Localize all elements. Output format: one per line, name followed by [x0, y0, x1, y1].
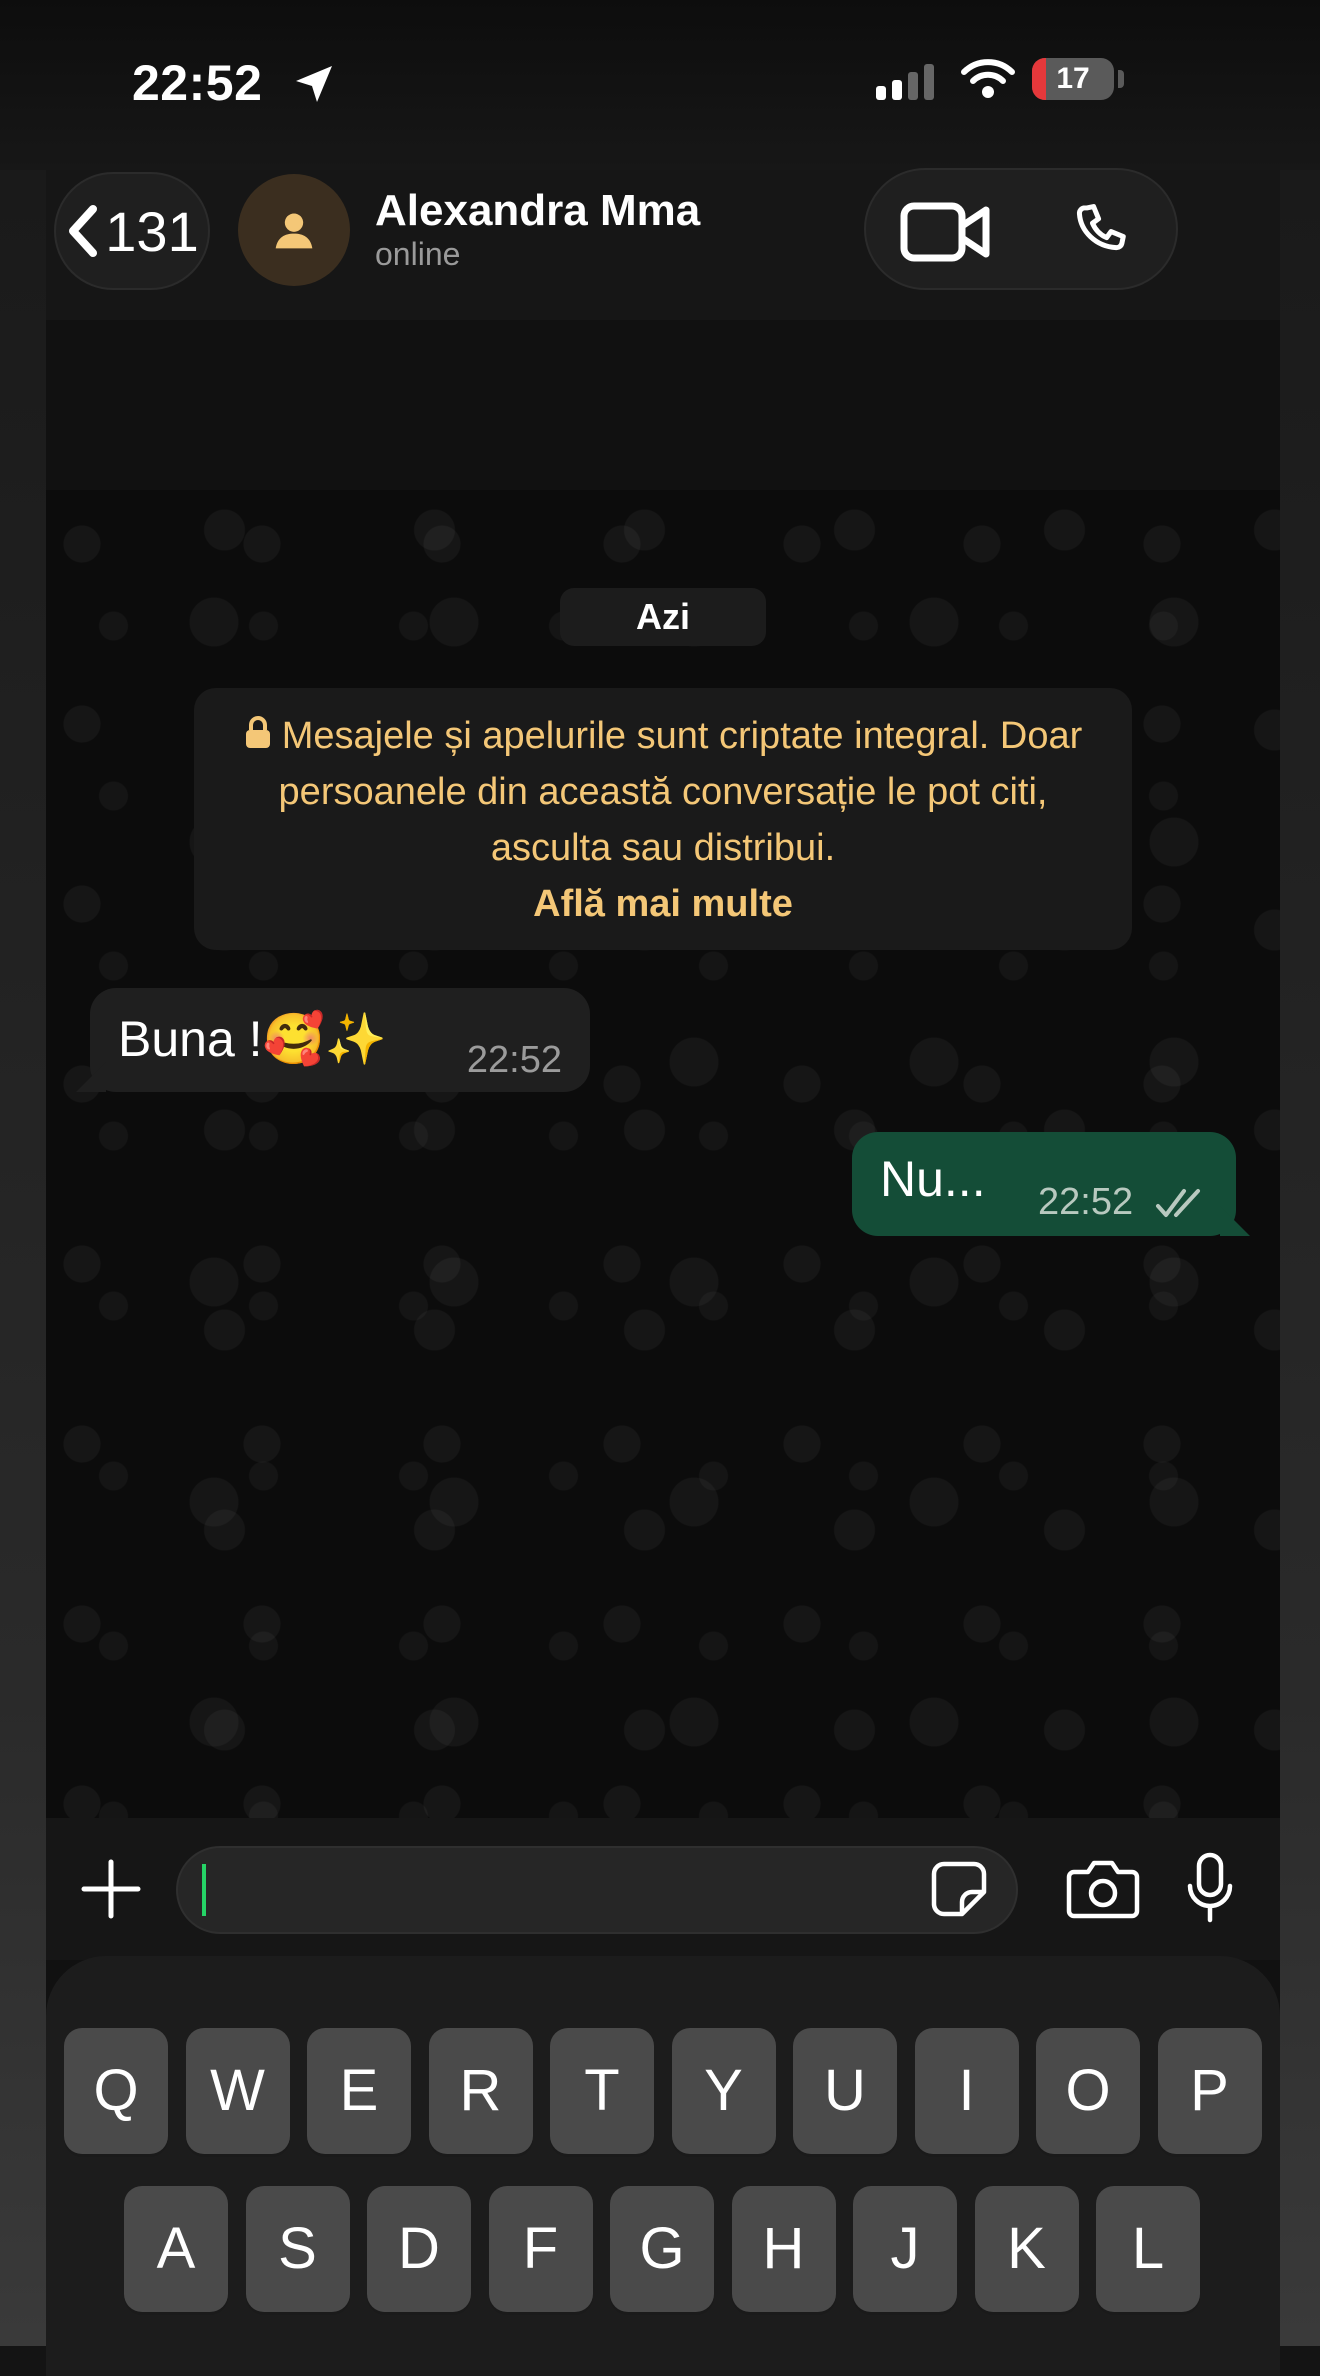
- key-j[interactable]: J: [853, 2186, 957, 2312]
- sticker-icon[interactable]: [930, 1860, 988, 1918]
- plus-icon[interactable]: [80, 1858, 142, 1920]
- encryption-notice[interactable]: Mesajele și apelurile sunt criptate inte…: [194, 688, 1132, 950]
- microphone-icon[interactable]: [1186, 1852, 1234, 1924]
- outgoing-message[interactable]: Nu... 22:52: [852, 1132, 1236, 1236]
- battery-percentage: 17: [1056, 62, 1090, 95]
- double-check-icon: [1156, 1189, 1200, 1217]
- contact-status: online: [375, 236, 461, 272]
- key-e[interactable]: E: [307, 2028, 411, 2154]
- location-arrow-icon: [296, 66, 332, 102]
- right-edge: [1274, 170, 1320, 2346]
- message-time: 22:52: [1038, 1181, 1134, 1223]
- key-g[interactable]: G: [610, 2186, 714, 2312]
- status-time: 22:52: [132, 55, 263, 111]
- chevron-left-icon: [69, 205, 98, 257]
- key-s[interactable]: S: [245, 2186, 350, 2312]
- key-t[interactable]: T: [550, 2028, 654, 2154]
- left-edge: [0, 170, 46, 2346]
- message-text: Nu...: [880, 1151, 986, 1207]
- wifi-icon: [961, 59, 1015, 98]
- key-f[interactable]: F: [488, 2186, 593, 2312]
- person-icon: [275, 213, 313, 249]
- voice-call-icon[interactable]: [1064, 194, 1138, 268]
- key-a[interactable]: A: [124, 2186, 228, 2312]
- back-button[interactable]: 131: [54, 172, 210, 290]
- battery-tip: [1118, 70, 1124, 88]
- key-u[interactable]: U: [793, 2028, 897, 2154]
- battery-indicator: 17: [1032, 58, 1114, 100]
- key-l[interactable]: L: [1096, 2186, 1200, 2312]
- encryption-text: Mesajele și apelurile sunt criptate inte…: [278, 715, 1083, 869]
- key-p[interactable]: P: [1157, 2028, 1262, 2154]
- key-r[interactable]: R: [428, 2028, 533, 2154]
- lock-icon: [245, 716, 270, 748]
- incoming-message[interactable]: Buna !🥰✨ 22:52: [90, 988, 590, 1092]
- contact-name[interactable]: Alexandra Mma: [375, 186, 700, 236]
- key-h[interactable]: H: [731, 2186, 836, 2312]
- message-text: Buna !🥰✨: [118, 1011, 388, 1067]
- key-d[interactable]: D: [367, 2186, 471, 2312]
- key-i[interactable]: I: [914, 2028, 1019, 2154]
- date-separator: Azi: [560, 588, 766, 646]
- message-time: 22:52: [466, 1039, 562, 1081]
- keyboard: [46, 1956, 1280, 2376]
- message-input[interactable]: [176, 1846, 1018, 1934]
- video-call-icon[interactable]: [900, 200, 992, 264]
- key-q[interactable]: Q: [64, 2028, 168, 2154]
- cellular-signal-icon: [876, 64, 934, 100]
- key-w[interactable]: W: [185, 2028, 290, 2154]
- avatar[interactable]: [238, 174, 350, 286]
- key-y[interactable]: Y: [671, 2028, 776, 2154]
- camera-icon[interactable]: [1066, 1858, 1140, 1920]
- key-o[interactable]: O: [1036, 2028, 1140, 2154]
- key-k[interactable]: K: [974, 2186, 1079, 2312]
- unread-count: 131: [105, 199, 199, 263]
- text-caret: [202, 1864, 206, 1916]
- learn-more-link[interactable]: Află mai multe: [218, 876, 1108, 932]
